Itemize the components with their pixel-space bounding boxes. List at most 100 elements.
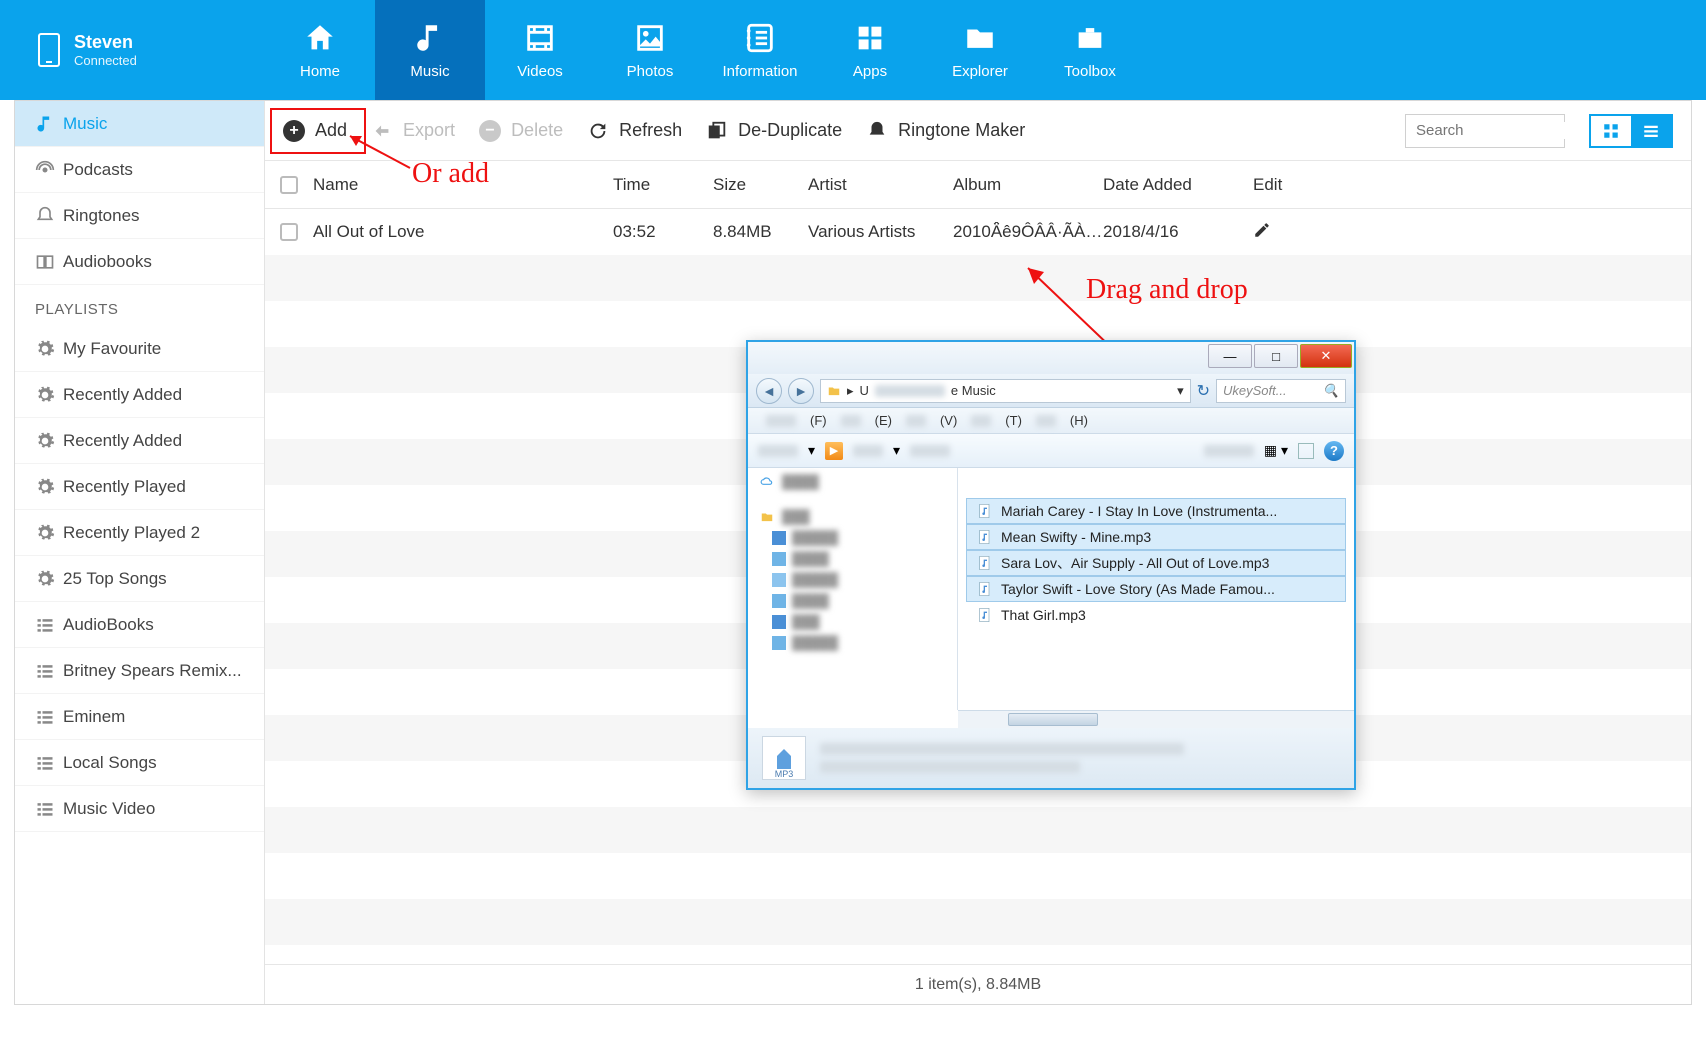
playlist-label: 25 Top Songs (63, 569, 167, 589)
top-navbar: Steven Connected Home Music Videos Photo… (0, 0, 1706, 100)
drive-label[interactable]: (H) (1070, 413, 1088, 428)
drive-label[interactable]: (V) (940, 413, 957, 428)
ringtone-maker-button[interactable]: Ringtone Maker (866, 120, 1025, 142)
explorer-file-row[interactable]: That Girl.mp3 (966, 602, 1346, 628)
view-toggle (1589, 114, 1673, 148)
nav-photos[interactable]: Photos (595, 0, 705, 100)
nav-explorer[interactable]: Explorer (925, 0, 1035, 100)
minimize-button[interactable]: — (1208, 344, 1252, 368)
col-time[interactable]: Time (613, 175, 713, 195)
col-name[interactable]: Name (313, 175, 613, 195)
sidebar-item-ringtones[interactable]: Ringtones (15, 193, 264, 239)
sidebar-playlist-item[interactable]: Recently Added (15, 372, 264, 418)
table-row[interactable]: All Out of Love 03:52 8.84MB Various Art… (265, 209, 1691, 255)
table-header: Name Time Size Artist Album Date Added E… (265, 161, 1691, 209)
grid-view-button[interactable] (1591, 116, 1631, 146)
cell-date: 2018/4/16 (1103, 222, 1253, 242)
nav-toolbox[interactable]: Toolbox (1035, 0, 1145, 100)
explorer-file-row[interactable]: Sara Lov、Air Supply - All Out of Love.mp… (966, 550, 1346, 576)
playlist-label: Recently Added (63, 431, 182, 451)
nav-information[interactable]: Information (705, 0, 815, 100)
search-box[interactable] (1405, 114, 1565, 148)
delete-button[interactable]: −Delete (479, 120, 563, 142)
col-artist[interactable]: Artist (808, 175, 953, 195)
cell-edit[interactable] (1253, 221, 1323, 244)
search-hint: UkeySoft... (1223, 383, 1287, 398)
select-all-checkbox[interactable] (265, 176, 313, 194)
sidebar-playlist-item[interactable]: Recently Played (15, 464, 264, 510)
close-button[interactable]: ✕ (1300, 344, 1352, 368)
play-icon[interactable]: ▶ (825, 442, 843, 460)
playlist-label: Local Songs (63, 753, 157, 773)
dedup-label: De-Duplicate (738, 120, 842, 141)
sidebar-playlist-item[interactable]: Eminem (15, 694, 264, 740)
sidebar-item-audiobooks[interactable]: Audiobooks (15, 239, 264, 285)
sidebar-playlist-item[interactable]: Music Video (15, 786, 264, 832)
export-label: Export (403, 120, 455, 141)
explorer-tree[interactable]: ████ ███ █████ ████ █████ ████ ███ █████ (748, 468, 958, 710)
scroll-thumb[interactable] (1008, 713, 1098, 726)
explorer-window[interactable]: — □ ✕ ◄ ► ▸ U e Music ▾ ↻ UkeySoft...🔍 (… (746, 340, 1356, 790)
nav-explorer-label: Explorer (952, 63, 1008, 80)
col-edit[interactable]: Edit (1253, 175, 1323, 195)
music-file-icon (977, 503, 993, 519)
sidebar-playlist-item[interactable]: Recently Added (15, 418, 264, 464)
refresh-icon[interactable]: ↻ (1197, 381, 1210, 401)
maximize-button[interactable]: □ (1254, 344, 1298, 368)
explorer-toolbar: ▾ ▶ ▾ ▦ ▾ ? (748, 434, 1354, 468)
col-date[interactable]: Date Added (1103, 175, 1253, 195)
back-button[interactable]: ◄ (756, 378, 782, 404)
sidebar-playlist-item[interactable]: My Favourite (15, 326, 264, 372)
nav-music-label: Music (410, 63, 449, 80)
folder-icon (758, 510, 776, 524)
col-album[interactable]: Album (953, 175, 1103, 195)
device-block: Steven Connected (0, 0, 265, 100)
sidebar-item-podcasts[interactable]: Podcasts (15, 147, 264, 193)
sidebar-playlist-item[interactable]: AudioBooks (15, 602, 264, 648)
explorer-hscroll[interactable] (958, 710, 1354, 728)
nav-apps[interactable]: Apps (815, 0, 925, 100)
refresh-button[interactable]: Refresh (587, 120, 682, 142)
row-checkbox[interactable] (265, 223, 313, 241)
sidebar-playlist-item[interactable]: Recently Played 2 (15, 510, 264, 556)
cell-artist: Various Artists (808, 222, 953, 242)
explorer-search[interactable]: UkeySoft...🔍 (1216, 379, 1346, 403)
file-name: Taylor Swift - Love Story (As Made Famou… (1001, 581, 1275, 597)
nav-videos[interactable]: Videos (485, 0, 595, 100)
playlist-label: Recently Played (63, 477, 186, 497)
address-input[interactable]: ▸ U e Music ▾ (820, 379, 1191, 403)
drive-label[interactable]: (F) (810, 413, 827, 428)
explorer-file-row[interactable]: Mariah Carey - I Stay In Love (Instrumen… (966, 498, 1346, 524)
explorer-address-bar: ◄ ► ▸ U e Music ▾ ↻ UkeySoft...🔍 (748, 374, 1354, 408)
delete-label: Delete (511, 120, 563, 141)
playlist-label: Recently Added (63, 385, 182, 405)
sidebar-playlist-item[interactable]: 25 Top Songs (15, 556, 264, 602)
search-input[interactable] (1416, 122, 1615, 139)
add-button[interactable]: +Add (283, 120, 347, 142)
breadcrumb-part: e Music (951, 383, 996, 398)
sidebar-item-music[interactable]: Music (15, 101, 264, 147)
music-file-icon (977, 607, 993, 623)
explorer-titlebar[interactable]: — □ ✕ (748, 342, 1354, 374)
cell-size: 8.84MB (713, 222, 808, 242)
col-size[interactable]: Size (713, 175, 808, 195)
list-view-button[interactable] (1631, 116, 1671, 146)
export-button[interactable]: Export (371, 120, 455, 142)
explorer-file-row[interactable]: Mean Swifty - Mine.mp3 (966, 524, 1346, 550)
drive-label[interactable]: (E) (875, 413, 892, 428)
explorer-file-row[interactable]: Taylor Swift - Love Story (As Made Famou… (966, 576, 1346, 602)
sidebar-playlist-item[interactable]: Britney Spears Remix... (15, 648, 264, 694)
help-icon[interactable]: ? (1324, 441, 1344, 461)
forward-button[interactable]: ► (788, 378, 814, 404)
sidebar-playlist-item[interactable]: Local Songs (15, 740, 264, 786)
nav-home[interactable]: Home (265, 0, 375, 100)
nav-information-label: Information (722, 63, 797, 80)
cloud-icon (758, 475, 776, 489)
cell-name: All Out of Love (313, 222, 613, 242)
music-file-icon (977, 529, 993, 545)
dedup-button[interactable]: De-Duplicate (706, 120, 842, 142)
drive-label[interactable]: (T) (1005, 413, 1022, 428)
nav-music[interactable]: Music (375, 0, 485, 100)
explorer-file-list[interactable]: Mariah Carey - I Stay In Love (Instrumen… (958, 468, 1354, 710)
sidebar-label: Music (63, 114, 107, 134)
